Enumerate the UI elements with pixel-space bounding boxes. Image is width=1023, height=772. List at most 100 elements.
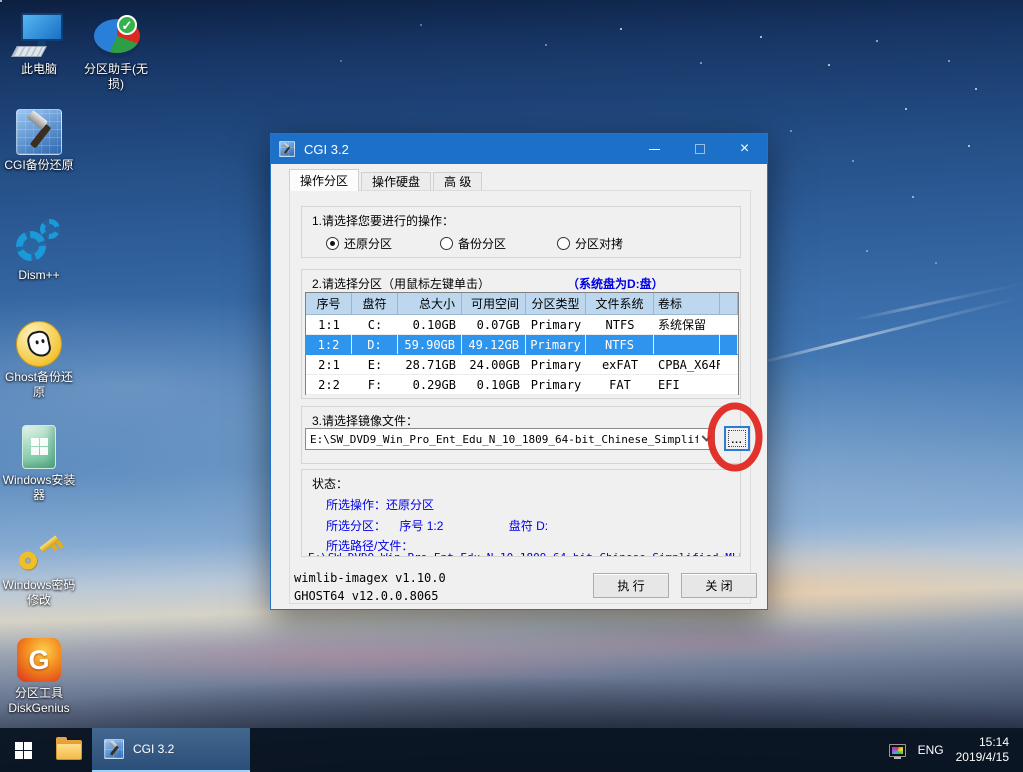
- header-drive[interactable]: 盘符: [352, 293, 398, 314]
- radio-circle: [557, 237, 570, 250]
- file-explorer-button[interactable]: [46, 728, 92, 772]
- ime-tray-icon[interactable]: [889, 744, 906, 757]
- browse-button-label: ...: [728, 430, 746, 447]
- table-row[interactable]: 2:1 E: 28.71GB 24.00GB Primary exFAT CPB…: [306, 355, 738, 375]
- cell-index: 1:1: [306, 315, 352, 334]
- cell-total: 28.71GB: [398, 355, 462, 374]
- version-ghost64: GHOST64 v12.0.0.8065: [294, 589, 439, 603]
- cell-drive: F:: [352, 375, 398, 394]
- desktop-icon-dism[interactable]: Dism++: [2, 216, 76, 283]
- desktop-icon-cgi-backup[interactable]: CGI备份还原: [2, 106, 76, 173]
- close-dialog-button[interactable]: 关 闭: [681, 573, 757, 598]
- table-row-selected[interactable]: 1:2 D: 59.90GB 49.12GB Primary NTFS: [306, 335, 738, 355]
- desktop-icon-label: 此电脑: [2, 62, 76, 77]
- header-total-size[interactable]: 总大小: [398, 293, 462, 314]
- cell-free: 0.07GB: [462, 315, 526, 334]
- cell-type: Primary: [526, 315, 586, 334]
- image-path-combobox[interactable]: E:\SW_DVD9_Win_Pro_Ent_Edu_N_10_1809_64-…: [305, 428, 715, 450]
- ghost-icon: [16, 321, 62, 367]
- status-partition-drive: 盘符 D:: [509, 519, 548, 533]
- tab-advanced[interactable]: 高 级: [433, 172, 482, 191]
- desktop-icon-windows-password[interactable]: Windows密码修改: [2, 526, 76, 608]
- cell-fs: FAT: [586, 375, 654, 394]
- cgi-window: CGI 3.2 × 操作分区 操作硬盘 高 级 1.请选择您要进行的操作： 还原…: [270, 133, 768, 610]
- cell-fs: NTFS: [586, 335, 654, 354]
- table-row[interactable]: 1:1 C: 0.10GB 0.07GB Primary NTFS 系统保留: [306, 315, 738, 335]
- radio-restore-partition[interactable]: 还原分区: [326, 235, 392, 252]
- image-file-group-label: 3.请选择镜像文件：: [312, 412, 418, 429]
- diskgenius-icon: G: [17, 638, 61, 682]
- cell-total: 0.29GB: [398, 375, 462, 394]
- system-disk-hint: （系统盘为D:盘）: [567, 275, 664, 292]
- status-path-value: E:\SW_DVD9_Win_Pro_Ent_Edu_N_10_1809_64-…: [308, 551, 741, 557]
- cell-drive: D:: [352, 335, 398, 354]
- header-volume-label[interactable]: 卷标: [654, 293, 720, 314]
- wallpaper-stars: [0, 0, 2, 2]
- status-partition: 所选分区： 序号 1:2 盘符 D:: [326, 517, 548, 534]
- partition-table: 序号 盘符 总大小 可用空间 分区类型 文件系统 卷标 1:1 C: 0.10G…: [305, 292, 739, 395]
- tab-strip: 操作分区 操作硬盘 高 级: [289, 170, 484, 191]
- taskbar-clock[interactable]: 15:14 2019/4/15: [956, 735, 1009, 765]
- radio-backup-partition[interactable]: 备份分区: [440, 235, 506, 252]
- operation-groupbox: 1.请选择您要进行的操作： 还原分区 备份分区 分区对拷: [301, 206, 741, 258]
- header-partition-type[interactable]: 分区类型: [526, 293, 586, 314]
- combobox-dropdown-button[interactable]: [698, 429, 714, 449]
- cell-free: 24.00GB: [462, 355, 526, 374]
- cgi-app-icon: [104, 739, 124, 759]
- desktop-icon-this-pc[interactable]: 此电脑: [2, 10, 76, 77]
- desktop-icon-windows-installer[interactable]: Windows安装器: [2, 421, 76, 503]
- radio-copy-partition[interactable]: 分区对拷: [557, 235, 623, 252]
- version-wimlib: wimlib-imagex v1.10.0: [294, 571, 446, 585]
- cell-index: 2:1: [306, 355, 352, 374]
- maximize-button[interactable]: [677, 134, 722, 164]
- key-icon: [5, 518, 73, 585]
- header-index[interactable]: 序号: [306, 293, 352, 314]
- taskbar-task-cgi[interactable]: CGI 3.2: [92, 728, 250, 772]
- desktop-icon-partition-assistant[interactable]: ✓ 分区助手(无损): [79, 10, 153, 92]
- radio-circle: [440, 237, 453, 250]
- close-icon: ×: [740, 141, 749, 157]
- table-header-row: 序号 盘符 总大小 可用空间 分区类型 文件系统 卷标: [306, 293, 738, 315]
- desktop: { "desktop": { "icons": [ { "label": "此电…: [0, 0, 1023, 772]
- execute-button[interactable]: 执 行: [593, 573, 669, 598]
- desktop-icon-label: CGI备份还原: [2, 158, 76, 173]
- image-path-value: E:\SW_DVD9_Win_Pro_Ent_Edu_N_10_1809_64-…: [306, 433, 698, 446]
- desktop-icon-label: Dism++: [2, 268, 76, 283]
- titlebar[interactable]: CGI 3.2 ×: [271, 134, 767, 164]
- cell-drive: C:: [352, 315, 398, 334]
- tab-operate-disk[interactable]: 操作硬盘: [361, 172, 431, 191]
- radio-circle: [326, 237, 339, 250]
- tab-operate-partition[interactable]: 操作分区: [289, 169, 359, 191]
- radio-label: 备份分区: [458, 235, 506, 252]
- image-file-groupbox: 3.请选择镜像文件： E:\SW_DVD9_Win_Pro_Ent_Edu_N_…: [301, 406, 741, 464]
- desktop-icon-label: Ghost备份还原: [2, 370, 76, 400]
- status-partition-label: 所选分区：: [326, 519, 386, 533]
- language-indicator[interactable]: ENG: [918, 743, 944, 757]
- start-button[interactable]: [0, 728, 46, 772]
- cell-total: 59.90GB: [398, 335, 462, 354]
- minimize-button[interactable]: [632, 134, 677, 164]
- status-operation: 所选操作：还原分区: [326, 496, 434, 513]
- operation-group-label: 1.请选择您要进行的操作：: [312, 212, 454, 229]
- browse-button[interactable]: ...: [724, 426, 750, 451]
- window-title: CGI 3.2: [304, 142, 349, 157]
- cell-label: EFI: [654, 375, 720, 394]
- desktop-icon-ghost-backup[interactable]: Ghost备份还原: [2, 318, 76, 400]
- cell-drive: E:: [352, 355, 398, 374]
- cell-free: 0.10GB: [462, 375, 526, 394]
- table-row[interactable]: 2:2 F: 0.29GB 0.10GB Primary FAT EFI: [306, 375, 738, 395]
- taskbar: CGI 3.2 ENG 15:14 2019/4/15: [0, 728, 1023, 772]
- header-free-space[interactable]: 可用空间: [462, 293, 526, 314]
- desktop-icon-label: 分区工具 DiskGenius: [2, 686, 76, 716]
- cell-fs: exFAT: [586, 355, 654, 374]
- dism-gears-icon: [14, 219, 64, 265]
- header-file-system[interactable]: 文件系统: [586, 293, 654, 314]
- maximize-icon: [695, 144, 705, 154]
- cell-label: [654, 335, 720, 354]
- system-tray: ENG 15:14 2019/4/15: [889, 728, 1023, 772]
- cell-type: Primary: [526, 355, 586, 374]
- desktop-icon-diskgenius[interactable]: G 分区工具 DiskGenius: [2, 634, 76, 716]
- status-partition-index: 序号 1:2: [399, 519, 443, 533]
- cgi-backup-icon: [16, 109, 62, 155]
- close-button[interactable]: ×: [722, 134, 767, 164]
